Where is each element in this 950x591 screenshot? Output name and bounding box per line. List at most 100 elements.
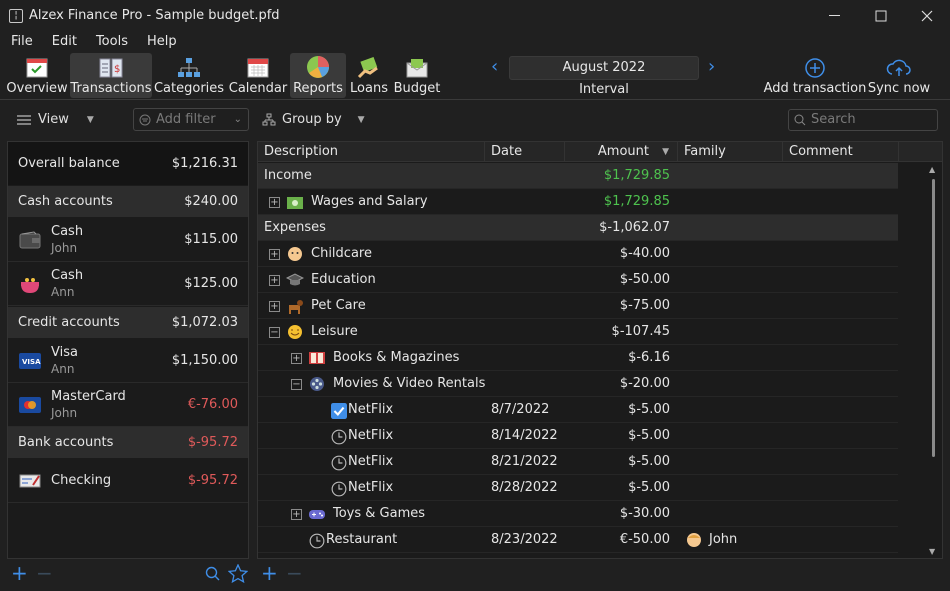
- row-date: 8/14/2022: [491, 428, 558, 443]
- view-menu-button[interactable]: View ▼: [16, 112, 94, 127]
- menu-tools[interactable]: Tools: [85, 32, 136, 52]
- table-row-income[interactable]: Income $1,729.85: [258, 163, 898, 189]
- add-filter-placeholder: Add filter: [156, 112, 216, 127]
- table-row-restaurant[interactable]: Restaurant 8/23/2022 €-50.00 John: [258, 527, 898, 553]
- table-row-leisure[interactable]: − Leisure $-107.45: [258, 319, 898, 345]
- overall-balance-row[interactable]: Overall balance $1,216.31: [8, 142, 248, 185]
- row-amount: $-75.00: [619, 298, 670, 313]
- maximize-button[interactable]: [858, 0, 904, 32]
- table-row-pet-care[interactable]: + Pet Care $-75.00: [258, 293, 898, 319]
- reports-button[interactable]: Reports: [290, 53, 346, 98]
- avatar: [687, 533, 701, 547]
- menu-file[interactable]: File: [0, 32, 41, 52]
- account-mastercard[interactable]: MasterCard John €-76.00: [8, 383, 248, 427]
- expand-icon[interactable]: +: [269, 275, 280, 286]
- row-amount: $-5.00: [628, 480, 670, 495]
- remove-transaction-minus-icon[interactable]: −: [286, 563, 303, 583]
- expand-icon[interactable]: +: [291, 353, 302, 364]
- row-amount: $-5.00: [628, 402, 670, 417]
- loans-button[interactable]: Loans: [349, 53, 389, 98]
- minimize-button[interactable]: [812, 0, 858, 32]
- gamepad-icon: [309, 510, 325, 519]
- account-visa[interactable]: VISA Visa Ann $1,150.00: [8, 339, 248, 383]
- row-description: Books & Magazines: [333, 350, 460, 365]
- budget-icon: [406, 59, 428, 78]
- expand-icon[interactable]: +: [269, 197, 280, 208]
- menu-help[interactable]: Help: [136, 32, 185, 52]
- table-row-toys[interactable]: + Toys & Games $-30.00: [258, 501, 898, 527]
- row-description: Expenses: [264, 220, 326, 235]
- table-row-netflix-3[interactable]: NetFlix 8/21/2022 $-5.00: [258, 449, 898, 475]
- group-by-button[interactable]: Group by ▼: [262, 112, 365, 127]
- categories-button[interactable]: Categories: [154, 53, 224, 98]
- account-cash-ann[interactable]: Cash Ann $125.00: [8, 262, 248, 306]
- collapse-icon[interactable]: −: [291, 379, 302, 390]
- account-name: Checking: [51, 472, 112, 488]
- account-cash-john[interactable]: Cash John $115.00: [8, 218, 248, 262]
- star-icon[interactable]: [228, 564, 248, 583]
- table-row-expenses[interactable]: Expenses $-1,062.07: [258, 215, 898, 241]
- search-input[interactable]: Search: [788, 109, 938, 131]
- transactions-button[interactable]: $ Transactions: [70, 53, 152, 98]
- table-row-books[interactable]: + Books & Magazines $-6.16: [258, 345, 898, 371]
- table-row-education[interactable]: + Education $-50.00: [258, 267, 898, 293]
- credit-accounts-group[interactable]: Credit accounts $1,072.03: [8, 307, 248, 338]
- row-amount: $-50.00: [619, 272, 670, 287]
- row-description: Childcare: [311, 246, 372, 261]
- remove-account-minus-icon[interactable]: −: [36, 563, 53, 583]
- row-amount: $-40.00: [619, 246, 670, 261]
- column-description[interactable]: Description: [258, 142, 485, 162]
- cash-accounts-group[interactable]: Cash accounts $240.00: [8, 186, 248, 217]
- account-checking[interactable]: Checking $-95.72: [8, 459, 248, 503]
- scroll-up-icon[interactable]: ▲: [929, 165, 935, 174]
- add-transaction-button[interactable]: Add transaction: [764, 53, 866, 98]
- column-family-member[interactable]: Family member: [678, 142, 783, 179]
- row-description: Movies & Video Rentals: [333, 376, 486, 391]
- menu-edit[interactable]: Edit: [41, 32, 85, 52]
- column-comment[interactable]: Comment: [783, 142, 899, 162]
- maximize-icon: [875, 10, 887, 22]
- budget-button[interactable]: Budget: [393, 53, 441, 98]
- checkbox-checked-icon[interactable]: [330, 403, 348, 419]
- expand-icon[interactable]: +: [269, 249, 280, 260]
- reports-label: Reports: [293, 81, 343, 96]
- column-amount[interactable]: Amount ▼: [565, 142, 678, 162]
- scroll-thumb[interactable]: [932, 179, 935, 457]
- overview-button[interactable]: Overview: [6, 53, 68, 98]
- table-row-netflix-4[interactable]: NetFlix 8/28/2022 $-5.00: [258, 475, 898, 501]
- account-owner: John: [51, 405, 78, 420]
- app-logo-icon: ¦: [9, 9, 23, 23]
- table-row-childcare[interactable]: + Childcare $-40.00: [258, 241, 898, 267]
- previous-interval-chevron-icon[interactable]: ‹: [491, 58, 498, 76]
- add-filter-dropdown[interactable]: Add filter ⌄: [133, 108, 249, 131]
- add-account-plus-icon[interactable]: +: [11, 563, 28, 583]
- next-interval-chevron-icon[interactable]: ›: [708, 58, 715, 76]
- search-icon[interactable]: [205, 566, 221, 582]
- column-date[interactable]: Date: [485, 142, 565, 162]
- add-transaction-plus-icon[interactable]: +: [261, 563, 278, 583]
- collapse-icon[interactable]: −: [269, 327, 280, 338]
- table-row-netflix-1[interactable]: NetFlix 8/7/2022 $-5.00: [258, 397, 898, 423]
- graduation-cap-icon: [286, 273, 304, 286]
- group-by-label: Group by: [282, 112, 342, 127]
- close-button[interactable]: [904, 0, 950, 32]
- view-label: View: [38, 112, 69, 127]
- table-row-netflix-2[interactable]: NetFlix 8/14/2022 $-5.00: [258, 423, 898, 449]
- calendar-button[interactable]: Calendar: [228, 53, 288, 98]
- search-placeholder: Search: [811, 112, 856, 127]
- expand-icon[interactable]: +: [291, 509, 302, 520]
- sync-now-button[interactable]: Sync now: [868, 53, 930, 98]
- sort-descending-icon: ▼: [662, 147, 669, 157]
- bank-accounts-group[interactable]: Bank accounts $-95.72: [8, 427, 248, 458]
- pie-chart-icon: [307, 56, 329, 78]
- table-row-movies[interactable]: − Movies & Video Rentals $-20.00: [258, 371, 898, 397]
- scroll-down-icon[interactable]: ▼: [929, 547, 935, 556]
- vertical-scrollbar[interactable]: ▲ ▼: [927, 163, 940, 558]
- table-row-wages[interactable]: + Wages and Salary $1,729.85: [258, 189, 898, 215]
- interval-selector[interactable]: August 2022: [509, 56, 699, 80]
- toolbar-divider: [0, 99, 950, 100]
- expand-icon[interactable]: +: [269, 301, 280, 312]
- add-transaction-label: Add transaction: [763, 81, 867, 96]
- overview-label: Overview: [6, 81, 68, 96]
- row-description: NetFlix: [348, 454, 394, 469]
